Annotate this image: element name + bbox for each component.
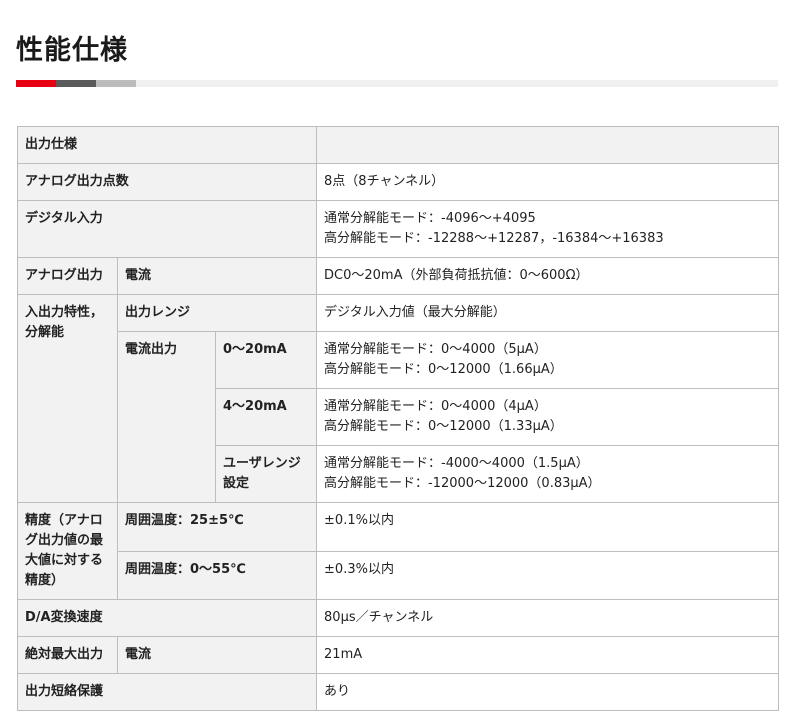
row-value: デジタル入力値（最大分解能） [316, 294, 780, 332]
page-title: 性能仕様 [16, 35, 128, 66]
value-line: 通常分解能モード：0～4000（5μA） [324, 342, 547, 357]
table-row: 入出力特性，分解能 出力レンジ デジタル入力値（最大分解能） [17, 294, 780, 503]
spec-table: 出力仕様 アナログ出力点数 8点（8チャンネル） デジタル入力 通常分解能モード… [16, 126, 780, 711]
row-label: アナログ出力 [17, 257, 118, 295]
row-sublabel: 電流出力 [117, 331, 216, 503]
row-label: デジタル入力 [16, 200, 318, 258]
row-range: 4～20mA [214, 388, 318, 446]
value-line: 通常分解能モード：-4096～+4095 [324, 211, 536, 226]
row-sublabel: 周囲温度：25±5℃ [116, 502, 318, 552]
row-label: アナログ出力点数 [16, 163, 318, 201]
table-row: D/A変換速度 80μs／チャンネル [16, 599, 780, 637]
section-header-blank [316, 126, 780, 164]
value-line: 高分解能モード：0～12000（1.33μA） [324, 419, 563, 434]
row-label: D/A変換速度 [16, 599, 318, 637]
underline-red-segment [16, 80, 56, 87]
value-line: 高分解能モード：-12288～+12287，-16384～+16383 [324, 231, 664, 246]
row-range: ユーザレンジ設定 [214, 445, 318, 503]
row-label: 絶対最大出力 [17, 636, 118, 674]
table-row: アナログ出力 電流 DC0～20mA（外部負荷抵抗値：0～600Ω） [17, 257, 780, 295]
row-label: 精度（アナログ出力値の最大値に対する精度） [17, 502, 118, 600]
row-value: ±0.3%以内 [316, 550, 780, 600]
row-sublabel: 周囲温度：0～55℃ [116, 550, 318, 600]
row-sublabel: 電流 [116, 636, 318, 674]
row-value: DC0～20mA（外部負荷抵抗値：0～600Ω） [316, 257, 780, 295]
table-row: 出力短絡保護 あり [16, 673, 780, 711]
value-line: 通常分解能モード：-4000～4000（1.5μA） [324, 456, 589, 471]
value-line: 高分解能モード：-12000～12000（0.83μA） [324, 476, 601, 491]
row-value: 80μs／チャンネル [316, 599, 780, 637]
table-row: 電流出力 0～20mA 通常分解能モード：0～4000（5μA） 高分解能モード… [18, 331, 780, 503]
row-label: 出力短絡保護 [16, 673, 318, 711]
row-value: ±0.1%以内 [316, 502, 780, 552]
table-row: アナログ出力点数 8点（8チャンネル） [16, 163, 780, 201]
value-line: 高分解能モード：0～12000（1.66μA） [324, 362, 563, 377]
row-sublabel: 電流 [116, 257, 318, 295]
underline-dark-segment [56, 80, 96, 87]
row-value: 通常分解能モード：0～4000（5μA） 高分解能モード：0～12000（1.6… [316, 331, 780, 389]
value-line: 通常分解能モード：0～4000（4μA） [324, 399, 547, 414]
row-range: 0～20mA [214, 331, 318, 389]
section-header: 出力仕様 [16, 126, 318, 164]
table-row: 絶対最大出力 電流 21mA [17, 636, 780, 674]
row-label: 入出力特性，分解能 [17, 294, 118, 503]
table-row: 出力仕様 [16, 126, 780, 164]
title-underline [16, 80, 778, 87]
row-value: 通常分解能モード：0～4000（4μA） 高分解能モード：0～12000（1.3… [316, 388, 780, 446]
row-value: 通常分解能モード：-4000～4000（1.5μA） 高分解能モード：-1200… [316, 445, 780, 503]
table-row: デジタル入力 通常分解能モード：-4096～+4095 高分解能モード：-122… [16, 200, 780, 258]
row-value: 通常分解能モード：-4096～+4095 高分解能モード：-12288～+122… [316, 200, 780, 258]
row-sublabel: 出力レンジ [116, 294, 318, 332]
table-row: 精度（アナログ出力値の最大値に対する精度） 周囲温度：25±5℃ ±0.1%以内 [17, 502, 780, 600]
row-value: あり [316, 673, 780, 711]
underline-grey-segment [96, 80, 136, 87]
row-value: 8点（8チャンネル） [316, 163, 780, 201]
row-value: 21mA [316, 636, 780, 674]
table-row: 周囲温度：0～55℃ ±0.3%以内 [18, 550, 780, 600]
